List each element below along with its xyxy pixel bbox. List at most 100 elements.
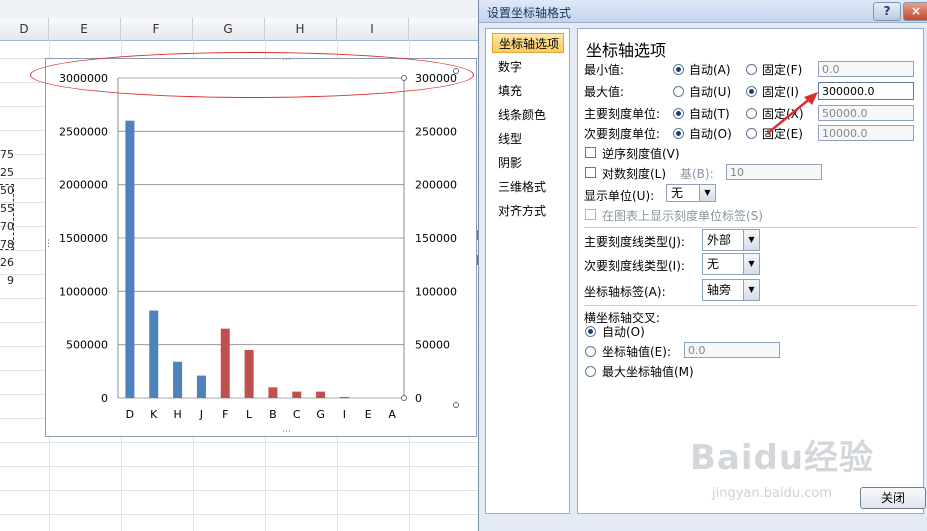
toolbar-strip — [0, 0, 480, 19]
cross-value-radio[interactable] — [585, 346, 596, 357]
cell-fragment: 25 — [0, 166, 14, 179]
minor-auto-radio[interactable] — [673, 128, 684, 139]
nav-line-color[interactable]: 线条颜色 — [492, 105, 564, 125]
nav-number[interactable]: 数字 — [492, 57, 564, 77]
min-fixed-label[interactable]: 固定(F) — [762, 61, 802, 78]
reverse-label[interactable]: 逆序刻度值(V) — [602, 145, 680, 162]
category-label: D — [126, 408, 134, 421]
min-fixed-radio[interactable] — [746, 64, 757, 75]
major-value-field[interactable]: 50000.0 — [818, 105, 914, 121]
max-auto-label[interactable]: 自动(U) — [689, 83, 731, 100]
show-unit-checkbox[interactable] — [585, 209, 596, 220]
nav-alignment[interactable]: 对齐方式 — [492, 201, 564, 221]
category-label: K — [150, 408, 158, 421]
chart-area[interactable]: 3000000 300000 2500000 250000 2000000 200000 1… — [44, 56, 477, 437]
major-auto-radio[interactable] — [673, 108, 684, 119]
chevron-down-icon[interactable]: ▼ — [743, 280, 759, 300]
close-icon[interactable]: × — [903, 2, 927, 21]
nav-axis-options[interactable]: 坐标轴选项 — [492, 33, 564, 53]
min-label: 最小值: — [584, 63, 625, 77]
show-unit-label[interactable]: 在图表上显示刻度单位标签(S) — [602, 207, 763, 224]
secondary-tick-label: 200000 — [415, 179, 457, 192]
category-label: L — [246, 408, 253, 421]
primary-tick-label: 2500000 — [59, 125, 108, 138]
primary-tick-label: 2000000 — [59, 179, 108, 192]
column-g[interactable]: G — [192, 18, 265, 40]
bar — [244, 350, 254, 398]
spreadsheet[interactable]: D E F G H I 75 25 50 55 70 78 26 9 30000… — [0, 0, 480, 531]
chevron-down-icon[interactable]: ▼ — [743, 254, 759, 274]
display-unit-value: 无 — [671, 186, 684, 200]
primary-tick-label: 500000 — [66, 339, 108, 352]
nav-shadow[interactable]: 阴影 — [492, 153, 564, 173]
cross-max-label[interactable]: 最大坐标轴值(M) — [602, 363, 694, 380]
minor-tick-label: 次要刻度线类型(I): — [584, 259, 685, 273]
minor-unit-label: 次要刻度单位: — [584, 127, 661, 141]
annotation-arrow-icon — [767, 92, 818, 134]
cross-auto-label[interactable]: 自动(O) — [602, 323, 645, 340]
column-d[interactable]: D — [0, 18, 49, 40]
nav-3d-format[interactable]: 三维格式 — [492, 177, 564, 197]
dialog-title: 设置坐标轴格式 — [487, 6, 572, 20]
max-value-field[interactable]: 300000.0 — [818, 82, 914, 100]
category-list[interactable]: 坐标轴选项 数字 填充 线条颜色 线型 阴影 三维格式 对齐方式 — [485, 28, 570, 514]
chevron-down-icon[interactable]: ▼ — [743, 230, 759, 250]
cross-max-radio[interactable] — [585, 366, 596, 377]
column-f[interactable]: F — [120, 18, 193, 40]
axis-label-label: 坐标轴标签(A): — [584, 285, 666, 299]
dialog-titlebar[interactable]: 设置坐标轴格式 ? × — [479, 0, 927, 23]
secondary-tick-label: 250000 — [415, 125, 457, 138]
divider — [584, 227, 917, 228]
min-auto-radio[interactable] — [673, 64, 684, 75]
help-button[interactable]: ? — [873, 2, 901, 21]
divider — [584, 305, 917, 306]
major-auto-label[interactable]: 自动(T) — [689, 105, 730, 122]
min-auto-label[interactable]: 自动(A) — [689, 61, 731, 78]
minor-fixed-radio[interactable] — [746, 128, 757, 139]
cross-value-field[interactable]: 0.0 — [684, 342, 780, 358]
chevron-down-icon[interactable]: ▼ — [699, 185, 715, 201]
secondary-tick-label: 50000 — [415, 339, 450, 352]
category-label: E — [365, 408, 372, 421]
bar — [339, 396, 349, 398]
resize-handle-bottom[interactable]: ⋯ — [282, 428, 292, 437]
bar — [292, 391, 302, 398]
close-button[interactable]: 关闭 — [860, 487, 926, 509]
bar — [173, 361, 183, 398]
major-tick-select[interactable]: 外部 ▼ — [702, 229, 760, 251]
bar — [316, 391, 326, 398]
category-label: A — [388, 408, 396, 421]
watermark-url: jingyan.baidu.com — [712, 486, 832, 501]
bar — [125, 120, 135, 398]
minor-auto-label[interactable]: 自动(O) — [689, 125, 732, 142]
major-fixed-radio[interactable] — [746, 108, 757, 119]
max-auto-radio[interactable] — [673, 86, 684, 97]
axis-label-select[interactable]: 轴旁 ▼ — [702, 279, 760, 301]
section-title: 坐标轴选项 — [586, 41, 667, 60]
category-label: C — [293, 408, 301, 421]
column-i[interactable]: I — [336, 18, 409, 40]
secondary-tick-label: 100000 — [415, 285, 457, 298]
resize-handle-left[interactable]: ⋮ — [44, 240, 54, 249]
major-tick-label: 主要刻度线类型(J): — [584, 235, 685, 249]
reverse-checkbox[interactable] — [585, 147, 596, 158]
max-fixed-radio[interactable] — [746, 86, 757, 97]
cross-value-label[interactable]: 坐标轴值(E): — [602, 343, 671, 360]
category-label: F — [222, 408, 228, 421]
nav-line-style[interactable]: 线型 — [492, 129, 564, 149]
bar-chart[interactable]: 3000000 3000002500000 2500002000000 2000001… — [46, 59, 476, 436]
category-label: J — [199, 408, 203, 421]
log-base-field[interactable]: 10 — [726, 164, 822, 180]
display-unit-select[interactable]: 无 ▼ — [666, 184, 716, 202]
bar — [268, 387, 278, 398]
column-e[interactable]: E — [48, 18, 121, 40]
category-label: G — [316, 408, 325, 421]
min-value-field[interactable]: 0.0 — [818, 61, 914, 77]
minor-tick-select[interactable]: 无 ▼ — [702, 253, 760, 275]
column-h[interactable]: H — [264, 18, 337, 40]
cross-auto-radio[interactable] — [585, 326, 596, 337]
minor-value-field[interactable]: 10000.0 — [818, 125, 914, 141]
nav-fill[interactable]: 填充 — [492, 81, 564, 101]
log-scale-checkbox[interactable] — [585, 167, 596, 178]
log-scale-label[interactable]: 对数刻度(L) — [602, 165, 666, 182]
